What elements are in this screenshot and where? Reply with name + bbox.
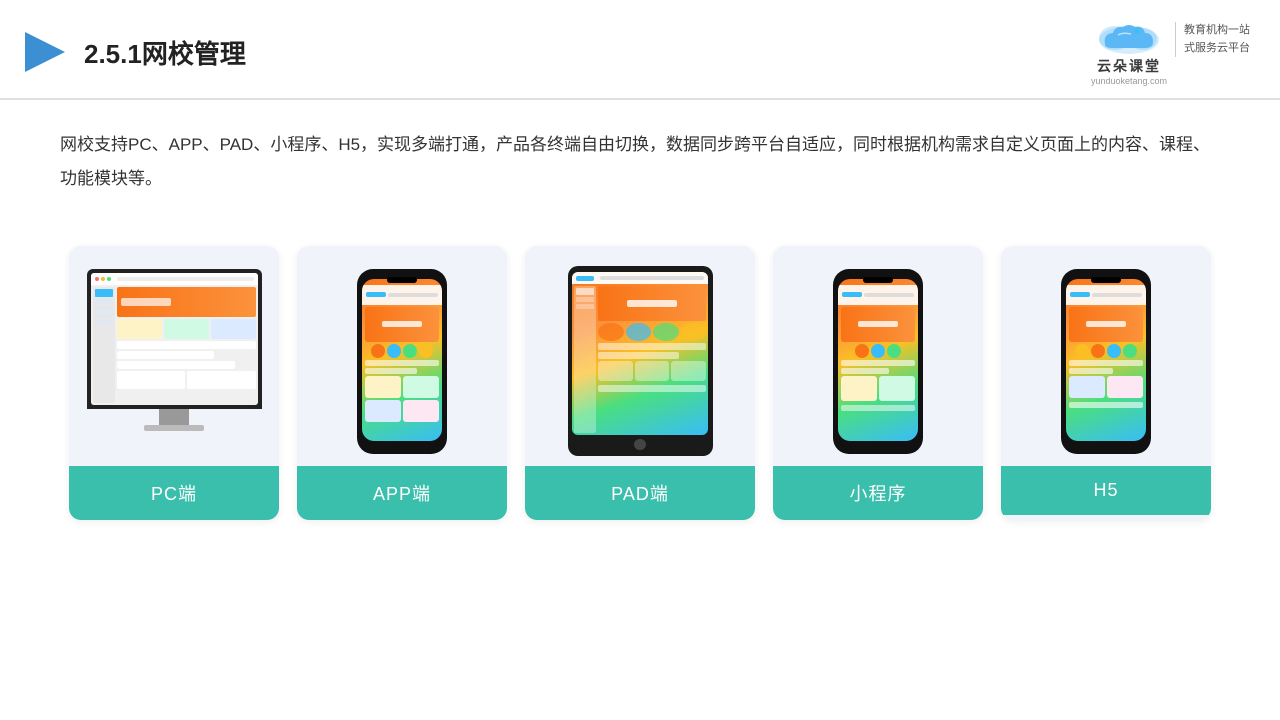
cards-container: PC端 bbox=[0, 216, 1280, 540]
logo-icon: 云朵课堂 yunduoketang.com bbox=[1091, 18, 1167, 86]
logo-area: 云朵课堂 yunduoketang.com 教育机构一站 式服务云平台 bbox=[1091, 18, 1250, 86]
card-pc-image bbox=[69, 246, 279, 466]
card-app: APP端 bbox=[297, 246, 507, 520]
logo-url: yunduoketang.com bbox=[1091, 76, 1167, 86]
card-miniapp: 小程序 bbox=[773, 246, 983, 520]
pc-mockup bbox=[87, 269, 262, 454]
card-pad-image bbox=[525, 246, 755, 466]
logo-slogan: 教育机构一站 式服务云平台 bbox=[1175, 22, 1250, 57]
card-pc-label: PC端 bbox=[69, 466, 279, 520]
logo-name: 云朵课堂 bbox=[1097, 56, 1161, 76]
h5-phone-mockup bbox=[1061, 269, 1151, 454]
card-miniapp-label: 小程序 bbox=[773, 466, 983, 520]
card-pad: PAD端 bbox=[525, 246, 755, 520]
play-icon bbox=[20, 27, 70, 77]
pad-mockup bbox=[568, 266, 713, 456]
header: 2.5.1网校管理 云朵课堂 yunduoketang.com 教育机构一站 式… bbox=[0, 0, 1280, 100]
description: 网校支持PC、APP、PAD、小程序、H5，实现多端打通，产品各终端自由切换，数… bbox=[0, 100, 1280, 206]
card-h5-label: H5 bbox=[1001, 466, 1211, 515]
card-h5-image bbox=[1001, 246, 1211, 466]
card-pc: PC端 bbox=[69, 246, 279, 520]
card-h5: H5 bbox=[1001, 246, 1211, 520]
header-left: 2.5.1网校管理 bbox=[20, 27, 246, 77]
description-text: 网校支持PC、APP、PAD、小程序、H5，实现多端打通，产品各终端自由切换，数… bbox=[60, 135, 1210, 188]
cloud-logo-icon bbox=[1093, 18, 1165, 56]
card-miniapp-image bbox=[773, 246, 983, 466]
card-app-image bbox=[297, 246, 507, 466]
page-title: 2.5.1网校管理 bbox=[84, 34, 246, 71]
app-phone-mockup bbox=[357, 269, 447, 454]
miniapp-phone-mockup bbox=[833, 269, 923, 454]
card-pad-label: PAD端 bbox=[525, 466, 755, 520]
card-app-label: APP端 bbox=[297, 466, 507, 520]
